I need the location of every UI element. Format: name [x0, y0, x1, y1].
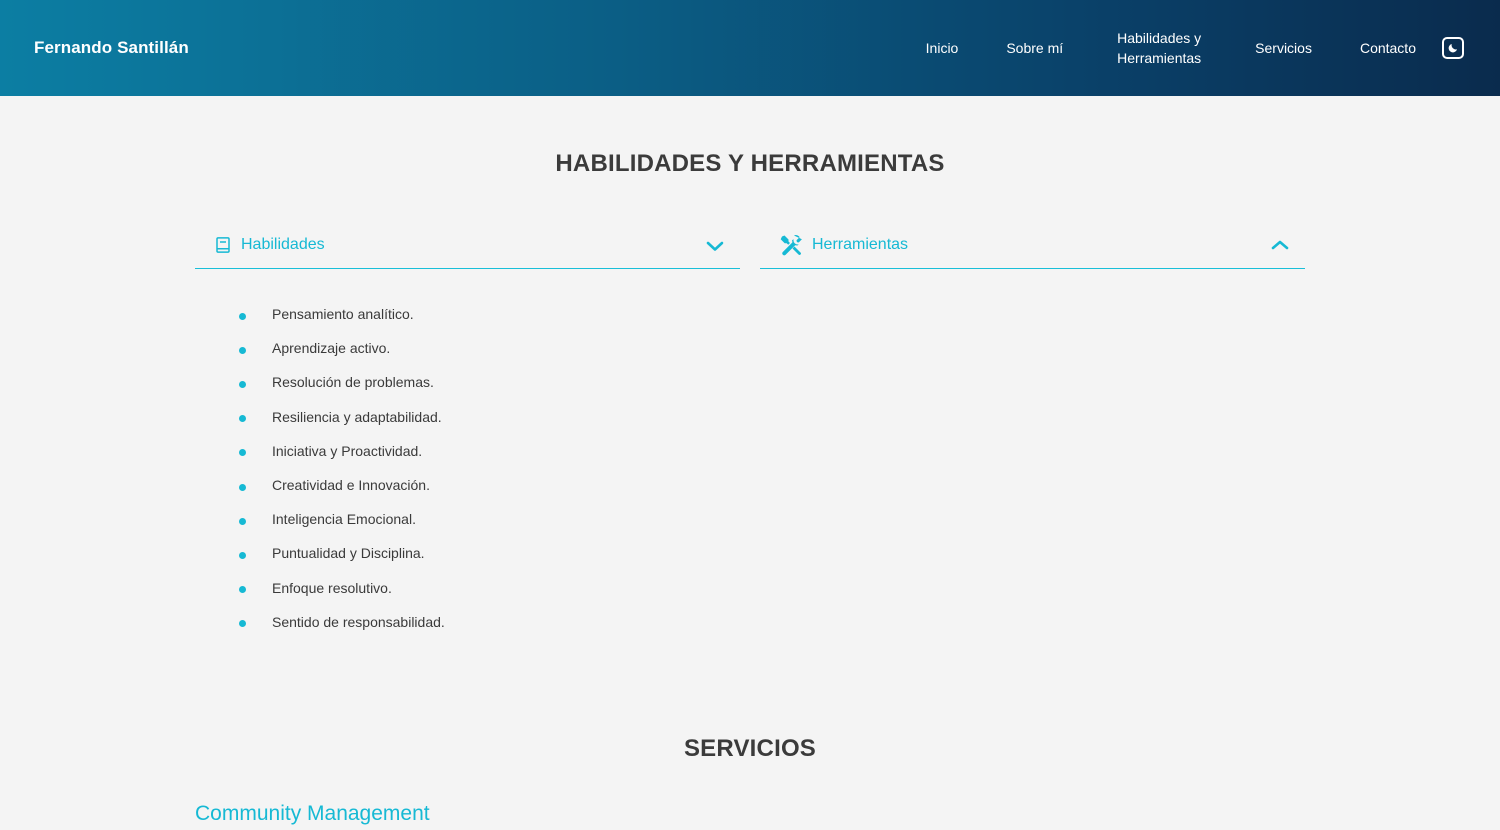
- service-title-community-management: Community Management: [195, 802, 430, 825]
- bullet-dot: [239, 517, 246, 525]
- nav-link-habilidades-herramientas[interactable]: Habilidades y Herramientas: [1111, 28, 1207, 68]
- skill-label: Inteligencia Emocional.: [272, 511, 416, 528]
- nav-link-sobre-mi[interactable]: Sobre mí: [1006, 38, 1063, 58]
- bullet-dot: [239, 346, 246, 354]
- theme-toggle-button[interactable]: [1442, 37, 1464, 59]
- accordion-herramientas: Herramientas: [760, 222, 1305, 269]
- skill-label: Pensamiento analítico.: [272, 306, 414, 323]
- bullet-dot: [239, 620, 246, 628]
- section-title-habilidades: HABILIDADES Y HERRAMIENTAS: [555, 150, 945, 177]
- nav-link-inicio[interactable]: Inicio: [926, 38, 959, 58]
- site-header: Fernando Santillán Inicio Sobre mí Habil…: [0, 0, 1500, 96]
- chevron-up-icon[interactable]: [1271, 240, 1289, 252]
- chevron-down-icon[interactable]: [706, 240, 724, 252]
- bullet-dot: [239, 312, 246, 320]
- bullet-dot: [239, 449, 246, 457]
- list-item: Resiliencia y adaptabilidad.: [239, 400, 740, 434]
- accordion-header-herramientas[interactable]: Herramientas: [760, 222, 1305, 269]
- skill-label: Enfoque resolutivo.: [272, 579, 392, 596]
- nav-link-contacto[interactable]: Contacto: [1360, 38, 1416, 58]
- accordion-title-herramientas: Herramientas: [812, 236, 909, 253]
- brand-logo[interactable]: Fernando Santillán: [34, 38, 189, 58]
- skills-list: Pensamiento analítico. Aprendizaje activo…: [195, 269, 740, 639]
- bullet-dot: [239, 586, 246, 594]
- list-item: Resolución de problemas.: [239, 365, 740, 399]
- accordion-title-habilidades: Habilidades: [241, 236, 325, 253]
- skill-label: Puntualidad y Disciplina.: [272, 545, 425, 562]
- skill-label: Sentido de responsabilidad.: [272, 613, 445, 630]
- bullet-dot: [239, 415, 246, 423]
- book-icon: [214, 236, 232, 254]
- section-title-servicios: SERVICIOS: [683, 735, 817, 762]
- skill-label: Resiliencia y adaptabilidad.: [272, 408, 442, 425]
- list-item: Creatividad e Innovación.: [239, 468, 740, 502]
- bullet-dot: [239, 551, 246, 559]
- skill-label: Aprendizaje activo.: [272, 340, 391, 357]
- bullet-dot: [239, 380, 246, 388]
- skill-label: Resolución de problemas.: [272, 374, 434, 391]
- skill-label: Creatividad e Innovación.: [272, 477, 430, 494]
- list-item: Inteligencia Emocional.: [239, 502, 740, 536]
- list-item: Pensamiento analítico.: [239, 297, 740, 331]
- list-item: Puntualidad y Disciplina.: [239, 536, 740, 570]
- accordion-header-habilidades[interactable]: Habilidades: [195, 222, 740, 269]
- list-item: Iniciativa y Proactividad.: [239, 434, 740, 468]
- skill-label: Iniciativa y Proactividad.: [272, 442, 423, 459]
- list-item: Sentido de responsabilidad.: [239, 605, 740, 639]
- main-nav: Inicio Sobre mí Habilidades y Herramient…: [878, 28, 1464, 68]
- accordion-habilidades: Habilidades Pensamiento analítico. Aprend…: [195, 222, 740, 639]
- moon-icon: [1448, 44, 1457, 53]
- tools-icon: [779, 233, 803, 257]
- list-item: Enfoque resolutivo.: [239, 571, 740, 605]
- bullet-dot: [239, 483, 246, 491]
- nav-link-servicios[interactable]: Servicios: [1255, 38, 1312, 58]
- list-item: Aprendizaje activo.: [239, 331, 740, 365]
